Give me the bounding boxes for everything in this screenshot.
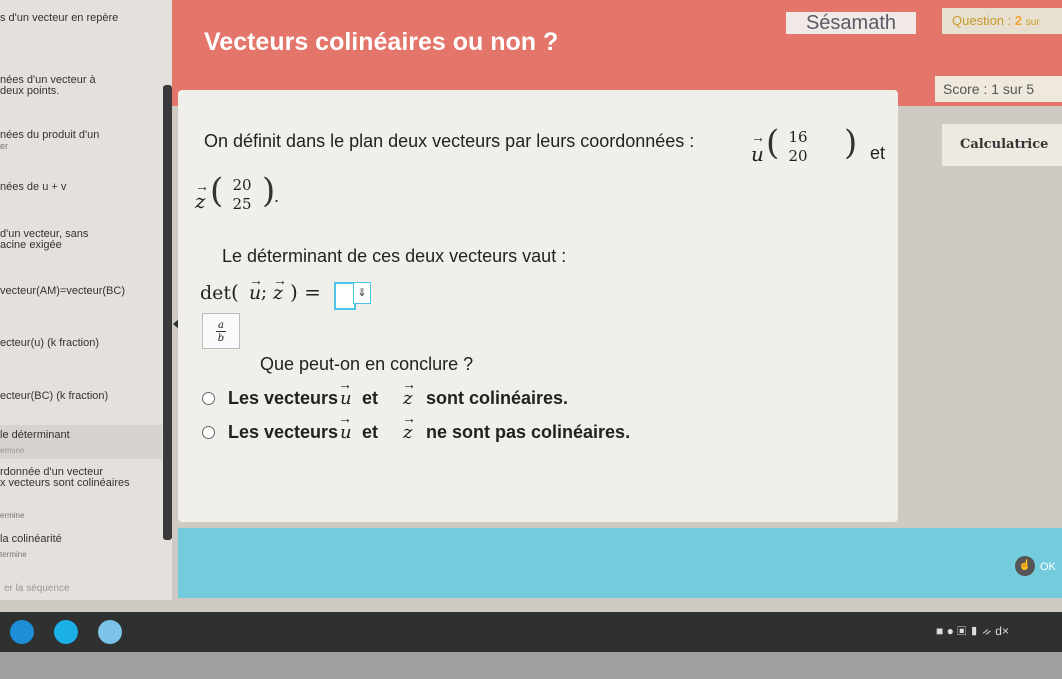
monitor-bezel [0, 652, 1062, 679]
det-label: det [200, 282, 232, 304]
connector-text: et [870, 143, 886, 163]
tray-icons: ■ ● ▣ ▮ [936, 624, 983, 638]
period-text: . [274, 186, 280, 206]
score-display: Score : 1 sur 5 [935, 76, 1062, 102]
sidebar-item-sub: acine exigée [0, 239, 62, 251]
sidebar-item[interactable]: nées de u + v [0, 181, 66, 193]
paren-open: ( [210, 171, 224, 211]
sidebar-item-sub: x vecteurs sont colinéaires [0, 477, 130, 489]
edge-browser-icon[interactable] [10, 620, 34, 644]
sidebar: s d'un vecteur en repère nées d'un vecte… [0, 0, 172, 600]
determinant-prompt: Le déterminant de ces deux vecteurs vaut… [222, 246, 567, 266]
page-title: Vecteurs colinéaires ou non ? [204, 28, 559, 56]
sidebar-item[interactable]: vecteur(AM)=vecteur(BC) [0, 285, 125, 297]
sequence-button[interactable]: er la séquence [0, 578, 164, 600]
sidebar-item-label: le déterminant [0, 429, 70, 441]
det-vector-u: u [249, 282, 262, 304]
vector-u-y: 20 [788, 147, 808, 165]
vector-z-coords: 20 25 [228, 176, 256, 214]
fraction-den: b [217, 333, 225, 344]
question-label: Question : [952, 13, 1012, 28]
option-2-prefix: Les vecteurs [228, 422, 339, 442]
sidebar-item[interactable]: la colinéarité [0, 533, 62, 545]
app-icon[interactable] [54, 620, 78, 644]
det-separator: ; [261, 282, 268, 303]
vector-u-symbol: u [751, 142, 764, 166]
option-2-mid: et [362, 422, 379, 442]
sesamath-logo: Sésamath [786, 12, 916, 34]
ok-button[interactable]: OK [1040, 556, 1062, 578]
sidebar-item-status: ermine [0, 446, 25, 455]
sidebar-item-status: ermine [0, 511, 25, 520]
question-suffix: sur [1025, 17, 1040, 28]
footer-bar [178, 528, 1062, 598]
paren-open: ( [766, 123, 780, 163]
sidebar-scrollbar[interactable] [163, 85, 172, 540]
sidebar-item[interactable]: s d'un vecteur en repère [0, 12, 118, 24]
app-icon[interactable] [98, 620, 122, 644]
calculator-button[interactable]: Calculatrice [942, 124, 1062, 166]
question-counter: Question : 2 sur [942, 8, 1062, 34]
vector-z-y: 25 [232, 195, 252, 213]
vector-u-x: 16 [788, 128, 808, 146]
taskbar [0, 612, 1062, 652]
input-dropdown-button[interactable]: ⇓ [353, 282, 371, 304]
vector-z-symbol: z [195, 189, 206, 213]
tray-text: ᨀ d× [982, 624, 1009, 638]
option-1-prefix: Les vecteurs [228, 388, 339, 408]
paren-close: ) [844, 123, 858, 163]
option-2-vector-u: u [340, 422, 352, 443]
conclusion-prompt: Que peut-on en conclure ? [260, 354, 474, 374]
option-2-suffix: ne sont pas colinéaires. [426, 422, 631, 442]
vector-z-x: 20 [232, 176, 252, 194]
sidebar-item[interactable]: nées du produit d'un [0, 129, 99, 141]
hand-pointer-icon[interactable]: ☝ [1015, 556, 1035, 576]
sidebar-item-sub: deux points. [0, 85, 60, 97]
sidebar-item-sub: er [0, 141, 9, 151]
det-vector-z: z [273, 282, 284, 304]
sidebar-item-status: termine [0, 550, 27, 559]
fraction-button[interactable]: a b [202, 313, 240, 349]
option-1-vector-z: z [403, 388, 413, 409]
option-1-vector-u: u [340, 388, 352, 409]
vector-u-coords: 16 20 [784, 128, 812, 166]
fraction-num: a [216, 320, 226, 332]
system-tray: ■ ● ▣ ▮ ᨀ d× [936, 624, 1009, 639]
sidebar-item[interactable]: ecteur(BC) (k fraction) [0, 390, 108, 402]
sidebar-item-active[interactable]: le déterminant ermine [0, 425, 162, 459]
exercise-intro: On définit dans le plan deux vecteurs pa… [204, 131, 695, 151]
option-1-mid: et [362, 388, 379, 408]
option-1-suffix: sont colinéaires. [426, 388, 569, 408]
radio-option-colinear[interactable] [202, 392, 215, 405]
radio-option-not-colinear[interactable] [202, 426, 215, 439]
det-close-equals: ) = [290, 280, 321, 304]
sidebar-item[interactable]: ecteur(u) (k fraction) [0, 337, 99, 349]
option-2-vector-z: z [403, 422, 413, 443]
det-open-paren: ( [231, 280, 239, 304]
question-number: 2 [1014, 13, 1023, 28]
